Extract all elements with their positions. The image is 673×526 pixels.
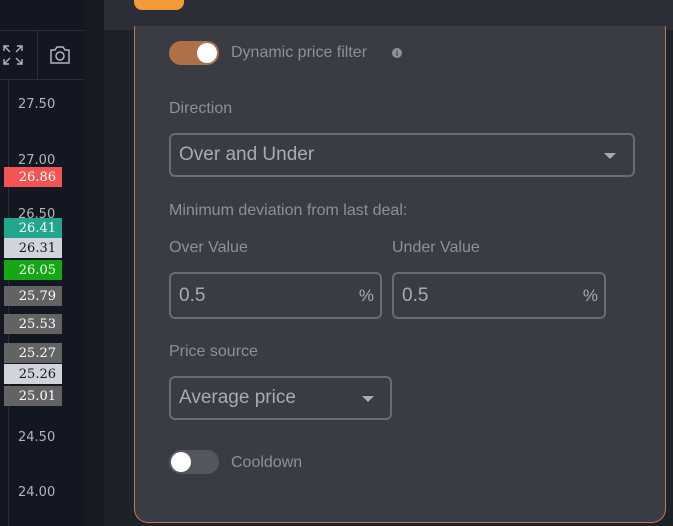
toolbar-divider xyxy=(0,79,84,80)
price-tag: 26.05 xyxy=(4,260,62,280)
price-tag: 25.79 xyxy=(4,286,62,306)
chevron-down-icon xyxy=(362,396,374,402)
toggle-knob xyxy=(171,452,191,472)
min-deviation-label: Minimum deviation from last deal: xyxy=(169,202,408,219)
under-value-label: Under Value xyxy=(392,239,480,256)
price-tag: 25.01 xyxy=(4,386,62,406)
price-tick: 24.00 xyxy=(18,485,56,500)
price-tag: 26.86 xyxy=(4,167,62,187)
percent-unit: % xyxy=(582,285,598,305)
cooldown-toggle[interactable] xyxy=(169,450,219,474)
over-value-label: Over Value xyxy=(169,239,248,256)
under-value-input[interactable]: 0.5 % xyxy=(392,272,606,319)
over-value-input[interactable]: 0.5 % xyxy=(169,272,382,319)
price-tag: 26.31 xyxy=(4,238,62,258)
toolbar-divider xyxy=(0,30,84,31)
price-source-value: Average price xyxy=(179,387,296,408)
info-icon[interactable]: i xyxy=(392,48,402,58)
price-tick: 27.00 xyxy=(18,153,56,168)
toggle-knob xyxy=(197,43,217,63)
fullscreen-icon[interactable] xyxy=(1,43,25,67)
toolbar-divider xyxy=(37,31,38,79)
price-tick: 24.50 xyxy=(18,430,56,445)
percent-unit: % xyxy=(358,285,374,305)
active-tab-indicator[interactable] xyxy=(134,0,184,10)
over-value-text: 0.5 xyxy=(179,284,206,306)
price-tag: 25.27 xyxy=(4,343,62,363)
direction-label: Direction xyxy=(169,100,233,117)
price-tick: 27.50 xyxy=(18,97,56,112)
filter-settings-panel: Dynamic price filter i Direction Over an… xyxy=(134,26,666,523)
camera-icon[interactable] xyxy=(48,43,72,67)
under-value-text: 0.5 xyxy=(402,284,429,306)
cooldown-label: Cooldown xyxy=(231,454,303,471)
price-tag: 26.41 xyxy=(4,218,62,238)
price-source-label: Price source xyxy=(169,343,258,360)
price-tag: 25.26 xyxy=(4,364,62,384)
price-axis-panel: 27.50 27.00 26.50 24.50 24.00 26.86 26.4… xyxy=(0,0,84,526)
panel-divider xyxy=(84,0,104,526)
direction-select[interactable]: Over and Under xyxy=(169,133,635,177)
dynamic-price-filter-toggle[interactable] xyxy=(169,41,219,65)
dynamic-price-filter-label: Dynamic price filter xyxy=(231,44,368,61)
direction-value: Over and Under xyxy=(179,144,315,165)
price-source-select[interactable]: Average price xyxy=(169,376,392,420)
price-tag: 25.53 xyxy=(4,314,62,334)
chevron-down-icon xyxy=(604,153,616,159)
